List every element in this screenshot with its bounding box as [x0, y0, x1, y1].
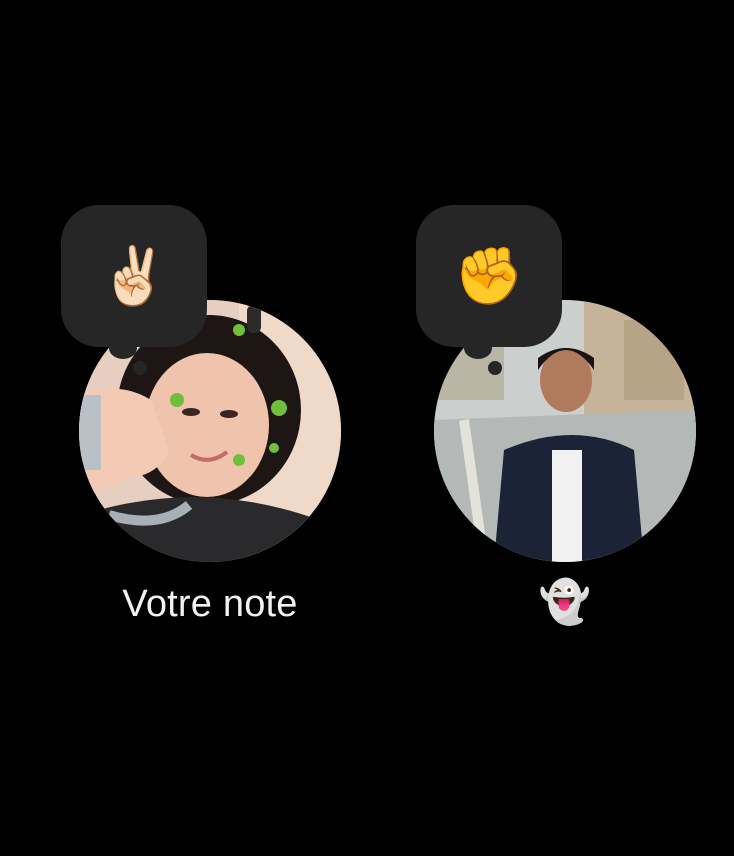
friend-note-bubble[interactable]: ✊ [416, 205, 562, 347]
friend-note-card[interactable]: ✊ 👻 [410, 205, 710, 645]
raised-fist-icon: ✊ [454, 244, 524, 307]
bubble-tail-dot [488, 361, 502, 375]
your-note-label: Votre note [122, 583, 298, 625]
ghost-icon: 👻 [538, 578, 592, 625]
your-note-bubble[interactable]: ✌🏻 [61, 205, 207, 347]
bubble-tail-dot [133, 361, 147, 375]
notes-tray: ✌🏻 Votre note ✊ 👻 [0, 0, 734, 856]
your-note-card[interactable]: ✌🏻 Votre note [55, 205, 355, 645]
victory-hand-icon: ✌🏻 [99, 244, 169, 307]
bubble-tail [464, 337, 492, 359]
bubble-tail [109, 337, 137, 359]
